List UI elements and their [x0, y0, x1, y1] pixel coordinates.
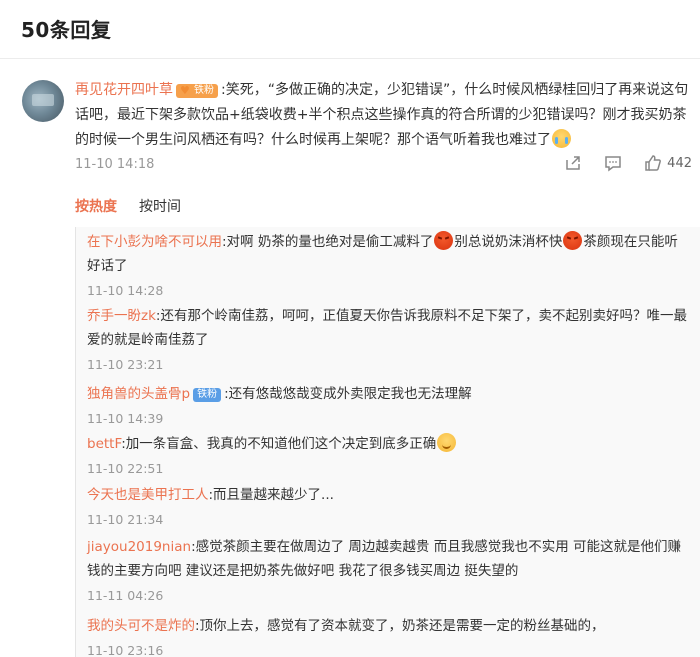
like-button[interactable]: 442: [644, 154, 692, 172]
share-button[interactable]: [564, 154, 582, 172]
reply-list: 在下小彭为啥不可以用:对啊 奶茶的量也绝对是偷工减料了 别总说奶沫消杯快 茶颜现在只…: [75, 227, 700, 657]
comment-button[interactable]: [604, 154, 622, 172]
reply-time: 11-10 23:16: [87, 643, 164, 657]
reply-text: 在下小彭为啥不可以用:对啊 奶茶的量也绝对是偷工减料了 别总说奶沫消杯快 茶颜现在只…: [87, 230, 687, 278]
reply-time: 11-10 21:34: [87, 512, 164, 527]
thumbs-up-icon: [645, 155, 662, 171]
main-comment-time: 11-10 14:18: [75, 157, 155, 172]
list-item: 我的头可不是炸的:顶你上去，感觉有了资本就变了，奶茶还是需要一定的粉丝基础的， …: [87, 614, 687, 657]
reply-username[interactable]: 在下小彭为啥不可以用: [87, 234, 222, 250]
reply-time: 11-10 14:39: [87, 411, 164, 426]
reply-time: 11-11 04:26: [87, 588, 164, 603]
list-item: 今天也是美甲打工人:而且量越来越少了... 11-10 21:34: [87, 483, 687, 530]
list-item: 独角兽的头盖骨p 铁粉:还有悠哉悠哉变成外卖限定我也无法理解 11-10 14:3…: [87, 382, 687, 429]
reply-text: 乔手一盼zk:还有那个岭南佳荔，呵呵，正值夏天你告诉我原料不足下架了，卖不起别卖…: [87, 308, 687, 348]
reply-username[interactable]: 乔手一盼zk: [87, 308, 156, 324]
reply-time: 11-10 14:28: [87, 283, 164, 298]
comment-actions: 442: [542, 154, 692, 172]
main-comment-text: 再见花开四叶草 ♥ 铁粉:笑死，“多做正确的决定，少犯错误”，什么时候风栖绿桂回归了…: [75, 78, 693, 153]
reply-time: 11-10 23:21: [87, 357, 164, 372]
angry-emoji-icon: [434, 231, 454, 250]
heart-icon: ♥: [180, 84, 190, 97]
main-comment-username[interactable]: 再见花开四叶草: [75, 82, 173, 98]
angry-emoji-icon: [563, 231, 583, 250]
comment-icon: [605, 156, 621, 172]
reply-username[interactable]: 我的头可不是炸的: [87, 618, 195, 634]
list-item: bettF:加一条盲盒、我真的不知道他们这个决定到底多正确 11-10 22:5…: [87, 432, 687, 479]
header: 50条回复: [0, 0, 700, 59]
like-count: 442: [667, 155, 692, 171]
reply-username[interactable]: jiayou2019nian: [87, 539, 191, 555]
crying-emoji-icon: [552, 129, 571, 148]
reply-text: 独角兽的头盖骨p 铁粉:还有悠哉悠哉变成外卖限定我也无法理解: [87, 386, 472, 402]
reply-username[interactable]: 今天也是美甲打工人: [87, 487, 209, 503]
smile-emoji-icon: [437, 433, 457, 452]
reply-time: 11-10 22:51: [87, 461, 164, 476]
reply-divider: [75, 227, 76, 657]
reply-username[interactable]: bettF: [87, 436, 121, 452]
share-icon: [566, 156, 580, 170]
sort-bar: 按热度 按时间: [75, 196, 181, 216]
list-item: 在下小彭为啥不可以用:对啊 奶茶的量也绝对是偷工减料了 别总说奶沫消杯快 茶颜现在只…: [87, 230, 687, 301]
sort-by-hot-tab[interactable]: 按热度: [75, 199, 117, 215]
avatar[interactable]: [22, 80, 64, 122]
list-item: jiayou2019nian:感觉茶颜主要在做周边了 周边越卖越贵 而且我感觉我…: [87, 535, 687, 606]
page-title: 50条回复: [21, 18, 112, 42]
reply-text: 我的头可不是炸的:顶你上去，感觉有了资本就变了，奶茶还是需要一定的粉丝基础的，: [87, 618, 605, 634]
reply-username[interactable]: 独角兽的头盖骨p: [87, 386, 190, 402]
reply-text: 今天也是美甲打工人:而且量越来越少了...: [87, 487, 334, 503]
sort-by-time-tab[interactable]: 按时间: [139, 199, 181, 215]
reply-text: jiayou2019nian:感觉茶颜主要在做周边了 周边越卖越贵 而且我感觉我…: [87, 539, 681, 579]
list-item: 乔手一盼zk:还有那个岭南佳荔，呵呵，正值夏天你告诉我原料不足下架了，卖不起别卖…: [87, 304, 687, 375]
reply-text: bettF:加一条盲盒、我真的不知道他们这个决定到底多正确: [87, 432, 687, 456]
fan-badge: ♥ 铁粉: [176, 84, 218, 98]
fan-badge: 铁粉: [193, 388, 222, 402]
